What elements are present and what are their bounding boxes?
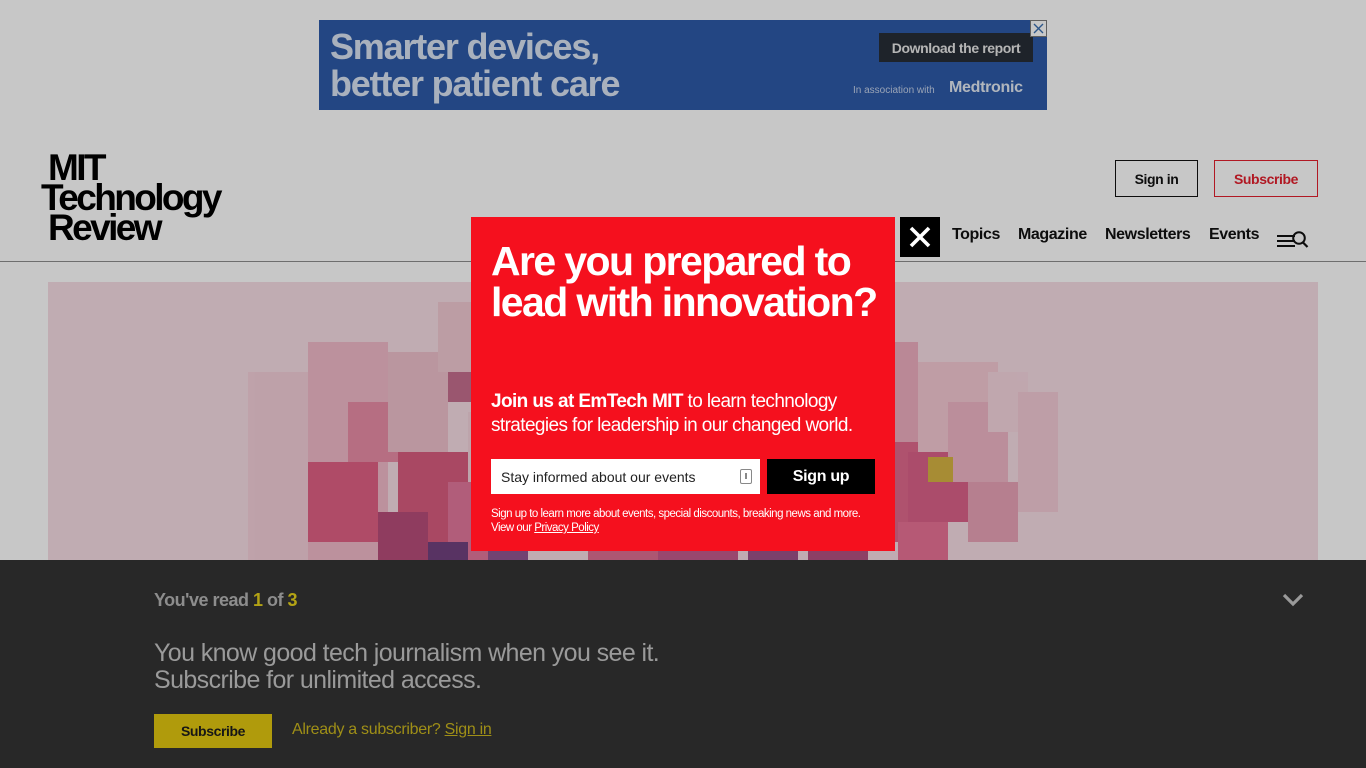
meter-total-count: 3 <box>287 590 298 610</box>
paywall-already-subscriber: Already a subscriber? Sign in <box>292 721 492 739</box>
event-signup-modal: Are you prepared to lead with innovation… <box>471 217 895 551</box>
meter-read-count: 1 <box>253 590 263 610</box>
paywall-message-line2: Subscribe for unlimited access. <box>154 666 482 694</box>
modal-body: Join us at EmTech MIT to learn technolog… <box>491 390 886 438</box>
paywall-message: You know good tech journalism when you s… <box>154 639 660 694</box>
article-meter: You've read 1 of 3 <box>154 590 298 611</box>
signup-button[interactable]: Sign up <box>767 459 875 494</box>
modal-title: Are you prepared to lead with innovation… <box>491 238 878 325</box>
privacy-policy-link[interactable]: Privacy Policy <box>534 522 599 534</box>
close-icon <box>909 226 931 248</box>
modal-close-button[interactable] <box>900 217 940 257</box>
modal-fine-print: Sign up to learn more about events, spec… <box>491 507 871 535</box>
paywall-subscribe-button[interactable]: Subscribe <box>154 714 272 748</box>
chevron-down-icon <box>1282 593 1304 607</box>
autofill-icon[interactable] <box>740 469 752 484</box>
email-field[interactable] <box>501 468 733 485</box>
paywall-signin-link[interactable]: Sign in <box>445 721 492 738</box>
paywall-message-line1: You know good tech journalism when you s… <box>154 639 660 667</box>
email-field-wrapper <box>491 459 760 494</box>
paywall-collapse-button[interactable] <box>1281 592 1305 608</box>
meter-of: of <box>262 590 288 610</box>
already-subscriber-text: Already a subscriber? <box>292 721 445 738</box>
meter-prefix: You've read <box>154 590 253 610</box>
modal-body-bold: Join us at EmTech MIT <box>491 391 683 412</box>
